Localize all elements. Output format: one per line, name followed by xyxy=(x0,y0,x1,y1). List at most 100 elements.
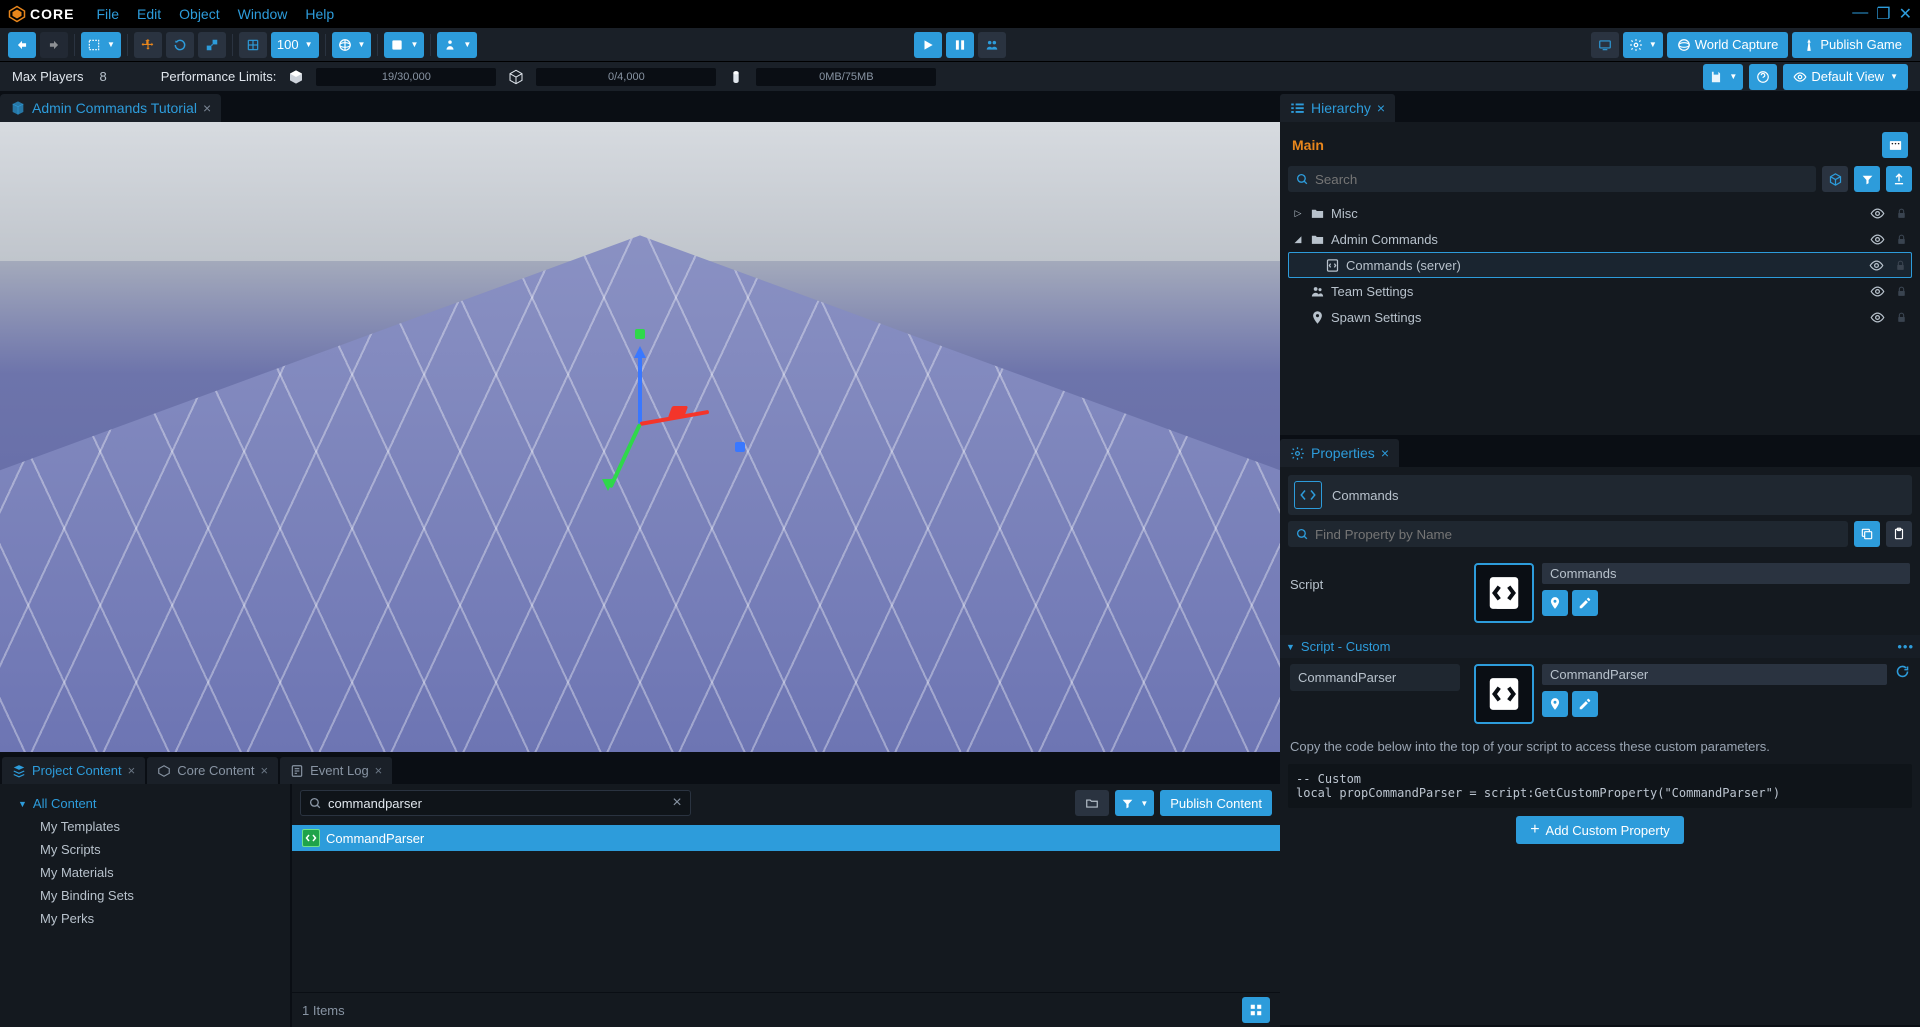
close-icon[interactable]: × xyxy=(1377,100,1385,116)
transform-gizmo[interactable] xyxy=(640,424,641,425)
publish-game-button[interactable]: Publish Game xyxy=(1792,32,1912,58)
viewport-tabs: Admin Commands Tutorial × xyxy=(0,92,1280,122)
script-name-field[interactable]: Commands xyxy=(1542,563,1910,584)
visibility-icon[interactable] xyxy=(1870,310,1885,325)
select-mode-button[interactable]: ▼ xyxy=(81,32,121,58)
locate-button[interactable] xyxy=(1542,590,1568,616)
world-space-button[interactable]: ▼ xyxy=(332,32,372,58)
world-capture-button[interactable]: World Capture xyxy=(1667,32,1789,58)
properties-search[interactable] xyxy=(1288,521,1848,547)
tree-item-team-settings[interactable]: Team Settings xyxy=(1288,278,1912,304)
tab-event-log[interactable]: Event Log × xyxy=(280,757,392,784)
hierarchy-search-input[interactable] xyxy=(1315,172,1808,187)
rotate-tool-button[interactable] xyxy=(166,32,194,58)
close-icon[interactable]: × xyxy=(375,763,383,778)
move-tool-button[interactable] xyxy=(134,32,162,58)
app-name: CORE xyxy=(30,6,74,22)
lock-icon[interactable] xyxy=(1895,207,1908,220)
menu-help[interactable]: Help xyxy=(305,6,334,22)
menu-window[interactable]: Window xyxy=(238,6,288,22)
tab-core-content[interactable]: Core Content × xyxy=(147,757,278,784)
add-custom-property-button[interactable]: + Add Custom Property xyxy=(1516,816,1684,844)
visibility-icon[interactable] xyxy=(1870,232,1885,247)
grid-view-button[interactable] xyxy=(1242,997,1270,1023)
sidebar-my-scripts[interactable]: My Scripts xyxy=(0,838,290,861)
lock-icon[interactable] xyxy=(1894,259,1907,272)
menu-edit[interactable]: Edit xyxy=(137,6,161,22)
tree-item-spawn-settings[interactable]: Spawn Settings xyxy=(1288,304,1912,330)
snap-value-button[interactable]: 100▼ xyxy=(271,32,319,58)
pause-button[interactable] xyxy=(946,32,974,58)
section-script-custom[interactable]: ▼ Script - Custom ••• xyxy=(1280,635,1920,658)
save-layout-button[interactable]: ▼ xyxy=(1703,64,1743,90)
hierarchy-filter-button[interactable] xyxy=(1854,166,1880,192)
sidebar-my-materials[interactable]: My Materials xyxy=(0,861,290,884)
search-icon xyxy=(309,797,322,810)
hierarchy-tab[interactable]: Hierarchy × xyxy=(1280,94,1395,122)
visibility-icon[interactable] xyxy=(1869,258,1884,273)
hierarchy-upload-button[interactable] xyxy=(1886,166,1912,192)
tree-item-admin-commands[interactable]: ◢ Admin Commands xyxy=(1288,226,1912,252)
close-icon[interactable]: × xyxy=(1381,445,1389,461)
lock-icon[interactable] xyxy=(1895,311,1908,324)
publish-content-button[interactable]: Publish Content xyxy=(1160,790,1272,816)
edit-button[interactable] xyxy=(1572,691,1598,717)
menu-object[interactable]: Object xyxy=(179,6,219,22)
copy-button[interactable] xyxy=(1854,521,1880,547)
locate-button[interactable] xyxy=(1542,691,1568,717)
lock-icon[interactable] xyxy=(1895,233,1908,246)
window-controls: — ❐ ✕ xyxy=(1852,4,1912,24)
menu-file[interactable]: File xyxy=(96,6,119,22)
hierarchy-search[interactable] xyxy=(1288,166,1816,192)
viewport-tab[interactable]: Admin Commands Tutorial × xyxy=(0,94,221,122)
default-view-button[interactable]: Default View▼ xyxy=(1783,64,1908,90)
scene-manager-button[interactable] xyxy=(1882,132,1908,158)
minimize-icon[interactable]: — xyxy=(1852,4,1868,24)
filter-button[interactable]: ▼ xyxy=(1115,790,1154,816)
properties-tab[interactable]: Properties × xyxy=(1280,439,1399,467)
tab-project-content[interactable]: Project Content × xyxy=(2,757,145,784)
custom-property-name[interactable]: CommandParser xyxy=(1542,664,1887,685)
properties-search-input[interactable] xyxy=(1315,527,1840,542)
terrain-button[interactable]: ▼ xyxy=(384,32,424,58)
sidebar-all-content[interactable]: All Content xyxy=(0,792,290,815)
settings-dropdown-button[interactable]: ▼ xyxy=(1623,32,1663,58)
close-icon[interactable]: × xyxy=(128,763,136,778)
sidebar-my-templates[interactable]: My Templates xyxy=(0,815,290,838)
hierarchy-cube-button[interactable] xyxy=(1822,166,1848,192)
paste-button[interactable] xyxy=(1886,521,1912,547)
tree-item-commands-server[interactable]: Commands (server) xyxy=(1288,252,1912,278)
redo-button[interactable] xyxy=(40,32,68,58)
lock-icon[interactable] xyxy=(1895,285,1908,298)
section-menu-icon[interactable]: ••• xyxy=(1897,639,1914,654)
hierarchy-panel: Hierarchy × Main xyxy=(1280,92,1920,437)
scale-tool-button[interactable] xyxy=(198,32,226,58)
grid-snap-button[interactable] xyxy=(239,32,267,58)
sidebar-my-binding-sets[interactable]: My Binding Sets xyxy=(0,884,290,907)
undo-button[interactable] xyxy=(8,32,36,58)
script-thumbnail[interactable] xyxy=(1474,664,1534,724)
viewport-3d[interactable] xyxy=(0,122,1280,752)
multiplayer-preview-button[interactable] xyxy=(978,32,1006,58)
content-item-commandparser[interactable]: CommandParser xyxy=(292,825,1280,851)
close-icon[interactable]: × xyxy=(261,763,269,778)
visibility-icon[interactable] xyxy=(1870,206,1885,221)
reset-icon[interactable] xyxy=(1895,664,1910,679)
close-tab-icon[interactable]: × xyxy=(203,100,211,116)
custom-property-code[interactable]: -- Custom local propCommandParser = scri… xyxy=(1288,764,1912,808)
help-button[interactable] xyxy=(1749,64,1777,90)
character-button[interactable]: ▼ xyxy=(437,32,477,58)
folder-button[interactable] xyxy=(1075,790,1109,816)
content-search-input[interactable] xyxy=(328,796,666,811)
script-thumbnail[interactable] xyxy=(1474,563,1534,623)
sidebar-my-perks[interactable]: My Perks xyxy=(0,907,290,930)
clear-search-icon[interactable]: × xyxy=(672,794,681,812)
close-icon[interactable]: ✕ xyxy=(1899,4,1912,24)
tree-item-misc[interactable]: ▷ Misc xyxy=(1288,200,1912,226)
edit-button[interactable] xyxy=(1572,590,1598,616)
screen-button[interactable] xyxy=(1591,32,1619,58)
visibility-icon[interactable] xyxy=(1870,284,1885,299)
maximize-icon[interactable]: ❐ xyxy=(1876,4,1890,24)
content-search[interactable]: × xyxy=(300,790,691,816)
play-button[interactable] xyxy=(914,32,942,58)
